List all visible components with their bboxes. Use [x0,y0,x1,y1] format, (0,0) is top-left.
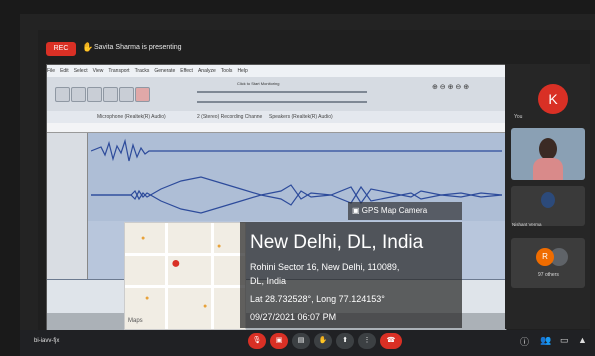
meter-bar-2 [197,101,367,103]
pause-button[interactable] [55,87,70,102]
menu-file[interactable]: File [47,68,55,74]
mic-select[interactable]: Microphone (Realtek(R) Audio) [97,114,166,120]
chat-icon[interactable]: ▭ [560,335,569,346]
menu-tools[interactable]: Tools [221,68,233,74]
participant-name: Nishant Verma [512,222,542,227]
avatar[interactable]: K [538,84,568,114]
channel-select[interactable]: 2 (Stereo) Recording Channe [197,114,262,120]
mic-off-icon[interactable]: 🎙 [248,333,266,349]
track-header[interactable] [47,133,88,169]
people-icon[interactable]: 👥 [540,335,551,346]
more-options-icon[interactable]: ⋮ [358,333,376,349]
track-header[interactable] [47,169,88,221]
meeting-code: bi-iavv-fjx [34,338,60,344]
present-icon[interactable]: ⬆ [336,333,354,349]
device-toolbar: Microphone (Realtek(R) Audio) 2 (Stereo)… [47,111,506,123]
raise-hand-icon[interactable]: ✋ [314,333,332,349]
leave-call-icon[interactable]: ☎ [380,333,402,349]
menu-effect[interactable]: Effect [180,68,193,74]
self-label: You [514,114,523,120]
timeline-ruler[interactable] [47,123,506,133]
location-address-line2: DL, India [250,276,287,286]
record-button[interactable] [135,87,150,102]
info-icon[interactable]: ⓘ [520,335,529,348]
poi-icon: ● [145,295,150,302]
skip-start-button[interactable] [103,87,118,102]
skip-end-button[interactable] [119,87,134,102]
menu-view[interactable]: View [93,68,104,74]
menu-analyze[interactable]: Analyze [198,68,216,74]
gps-camera-text: GPS Map Camera [361,206,428,215]
location-coordinates: Lat 28.732528°, Long 77.124153° [250,294,385,304]
poi-icon: ● [141,235,146,242]
location-address-line1: Rohini Sector 16, New Delhi, 110089, [250,262,400,272]
stop-button[interactable] [87,87,102,102]
camera-off-icon[interactable]: ▣ [270,333,288,349]
meter-bar [197,91,367,93]
menu-edit[interactable]: Edit [60,68,69,74]
activities-icon[interactable]: ▲ [578,335,587,345]
poi-icon: ● [217,243,222,250]
camera-icon: ▣ [352,206,360,215]
track-header[interactable] [47,221,88,279]
menu-select[interactable]: Select [74,68,88,74]
presenting-icon: ✋ [82,42,94,52]
presenting-text: Savita Sharma is presenting [94,44,182,51]
poi-icon: ● [203,303,208,310]
captions-icon[interactable]: ▤ [292,333,310,349]
menu-help[interactable]: Help [237,68,247,74]
audio-track-1[interactable] [47,133,506,170]
map-pin-icon: ● [171,255,181,272]
maps-logo: Maps [128,318,143,324]
gps-camera-label: ▣ GPS Map Camera [348,202,462,220]
location-map: ● ● ● ● ● [124,222,246,330]
play-button[interactable] [71,87,86,102]
speaker-select[interactable]: Speakers (Realtek(R) Audio) [269,114,333,120]
location-datetime: 09/27/2021 06:07 PM [250,312,337,322]
audacity-toolbar: Click to Start Monitoring ⊕ ⊖ ⊕ ⊖ ⊕ [47,77,506,112]
others-count: 97 others [538,272,559,278]
location-city: New Delhi, DL, India [250,232,424,253]
menu-transport[interactable]: Transport [108,68,129,74]
monitor-hint[interactable]: Click to Start Monitoring [237,81,279,86]
participant-tile[interactable] [511,186,585,226]
menu-generate[interactable]: Generate [154,68,175,74]
zoom-icons[interactable]: ⊕ ⊖ ⊕ ⊖ ⊕ [432,83,469,91]
participant-tile-presenter[interactable] [511,128,585,180]
audacity-menubar: File Edit Select View Transport Tracks Generat… [47,65,506,77]
waveform [91,138,502,162]
menu-tracks[interactable]: Tracks [135,68,150,74]
recording-badge: REC [46,42,76,56]
avatar: R [536,248,554,266]
